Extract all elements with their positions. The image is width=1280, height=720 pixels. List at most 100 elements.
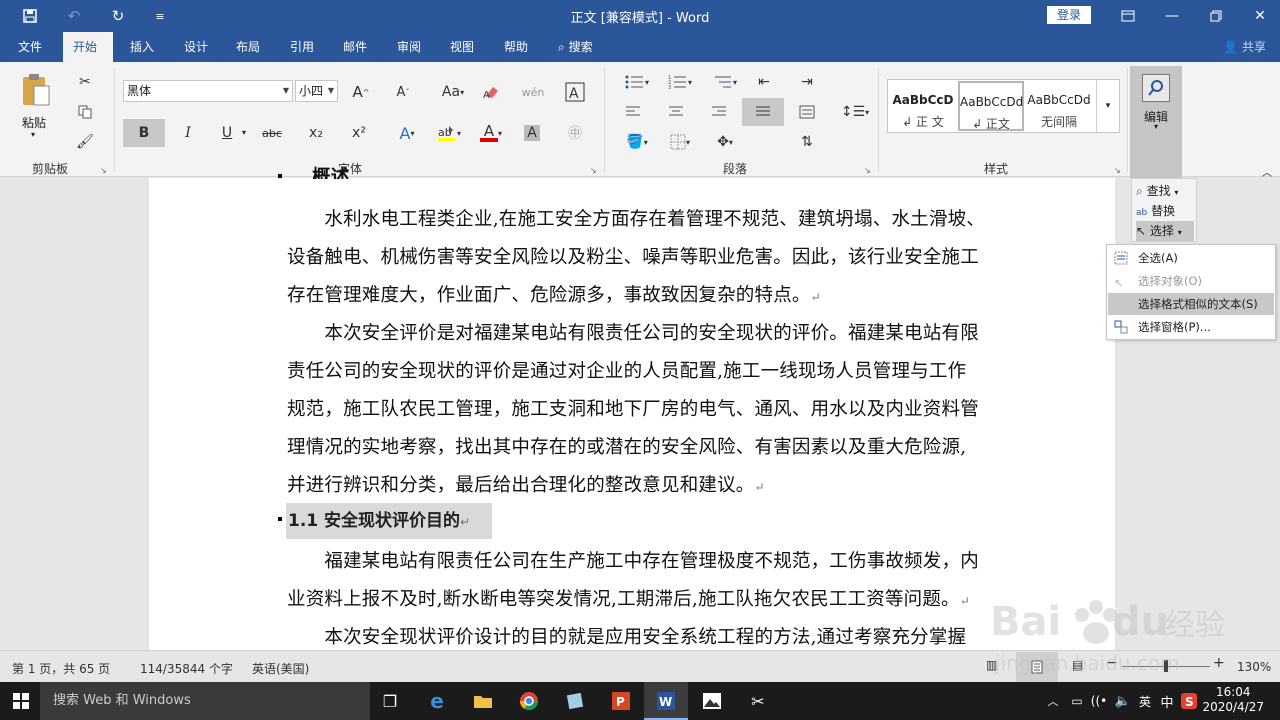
styles-launcher-icon[interactable]: ↘ xyxy=(1114,166,1121,175)
numbering-icon[interactable]: 1 2 3 ▾ xyxy=(663,70,697,94)
windows-start-icon[interactable] xyxy=(8,688,34,714)
menu-select-objects[interactable]: ↖ 选择对象(O) xyxy=(1108,270,1274,292)
snipping-tool-icon[interactable]: ✂ xyxy=(745,688,771,714)
subscript-button[interactable]: x₂ xyxy=(303,121,329,145)
justify-icon[interactable] xyxy=(742,98,784,126)
selected-heading[interactable]: 1.1 安全现状评价目的↵ xyxy=(286,503,492,539)
paste-icon[interactable] xyxy=(18,70,54,110)
character-border-icon[interactable]: A xyxy=(562,80,588,104)
system-clock[interactable]: 16:04 2020/4/27 xyxy=(1202,685,1264,715)
borders-icon[interactable]: ▾ xyxy=(663,130,697,154)
collapse-ribbon-icon[interactable]: ︿ xyxy=(1262,164,1272,179)
close-icon[interactable]: ✕ xyxy=(1238,0,1280,32)
page-count[interactable]: 第 1 页，共 65 页 xyxy=(12,660,110,677)
grow-font-icon[interactable]: A ^ xyxy=(348,80,374,104)
chrome-icon[interactable] xyxy=(516,688,542,714)
increase-indent-icon[interactable]: ⇥ xyxy=(794,70,820,94)
task-view-icon[interactable]: ❐ xyxy=(377,688,403,714)
cut-icon[interactable]: ✂ xyxy=(72,70,98,94)
tab-file[interactable]: 文件 xyxy=(8,32,52,62)
line-spacing-icon[interactable]: ↕☰ ▾ xyxy=(838,100,872,124)
find-button[interactable]: ⌕ 查找 ▾ xyxy=(1136,181,1194,201)
distributed-icon[interactable] xyxy=(794,100,820,124)
tab-mailings[interactable]: 邮件 xyxy=(333,32,377,62)
tab-insert[interactable]: 插入 xyxy=(120,32,164,62)
sogou-ime-icon[interactable]: S xyxy=(1176,688,1202,714)
style-item[interactable]: AaBbCcDd ↲ 正文 xyxy=(958,81,1024,131)
tab-design[interactable]: 设计 xyxy=(174,32,218,62)
paste-dropdown-icon[interactable]: ▾ xyxy=(31,130,35,139)
multilevel-list-icon[interactable]: ▾ xyxy=(708,70,742,94)
copy-icon[interactable] xyxy=(72,100,98,124)
styles-more-icon[interactable]: ▾ xyxy=(1096,80,1119,132)
photos-icon[interactable] xyxy=(699,688,725,714)
character-shading-button[interactable]: A xyxy=(519,121,545,145)
menu-select-all[interactable]: 全选(A) xyxy=(1108,247,1274,269)
chinese-layout-icon[interactable]: ✥ ▾ xyxy=(708,130,742,154)
word-count[interactable]: 114/35844 个字 xyxy=(140,660,233,677)
login-button[interactable]: 登录 xyxy=(1047,6,1091,24)
clear-formatting-icon[interactable]: A xyxy=(478,80,504,104)
shading-icon[interactable]: 🪣 ▾ xyxy=(620,130,654,154)
font-name-combo[interactable]: 黑体 ▼ xyxy=(123,80,293,102)
underline-button[interactable]: U xyxy=(214,121,240,145)
superscript-button[interactable]: x² xyxy=(346,121,372,145)
font-color-button[interactable]: A ▾ xyxy=(474,121,508,145)
menu-select-similar-formatting[interactable]: 选择格式相似的文本(S) xyxy=(1108,293,1274,315)
menu-selection-pane[interactable]: 选择窗格(P)... xyxy=(1108,316,1274,338)
tab-help[interactable]: 帮助 xyxy=(494,32,538,62)
format-painter-icon[interactable]: 🖌 xyxy=(72,130,98,154)
paste-button[interactable]: 粘贴 xyxy=(22,114,46,131)
zoom-level[interactable]: 130% xyxy=(1237,660,1271,674)
print-layout-icon[interactable] xyxy=(1016,652,1058,682)
zoom-slider-thumb[interactable] xyxy=(1164,660,1168,672)
minimize-icon[interactable]: — xyxy=(1150,0,1194,32)
share-button[interactable]: 👤 共享 xyxy=(1223,32,1266,62)
replace-button[interactable]: ab 替换 xyxy=(1136,201,1194,221)
highlight-color-icon[interactable]: ab ▾ xyxy=(432,121,466,145)
tab-view[interactable]: 视图 xyxy=(440,32,484,62)
file-explorer-icon[interactable] xyxy=(470,688,496,714)
restore-icon[interactable] xyxy=(1194,0,1238,32)
tell-me-search[interactable]: ⌕ 搜索 xyxy=(548,32,603,62)
web-layout-icon[interactable]: ▤ xyxy=(1072,658,1083,672)
tray-chevron-icon[interactable]: ︿ xyxy=(1040,688,1066,714)
italic-button[interactable]: I xyxy=(175,121,201,145)
style-item[interactable]: AaBbCcDd 无间隔 xyxy=(1026,81,1092,131)
tab-review[interactable]: 审阅 xyxy=(387,32,431,62)
language-indicator[interactable]: 英语(美国) xyxy=(252,660,309,677)
svg-text:P: P xyxy=(616,695,625,709)
editing-group[interactable]: 编辑 ▾ xyxy=(1130,66,1182,178)
word-icon[interactable]: W xyxy=(653,688,679,714)
align-center-icon[interactable] xyxy=(663,100,689,124)
decrease-indent-icon[interactable]: ⇤ xyxy=(751,70,777,94)
change-case-button[interactable]: Aa ▾ xyxy=(436,80,470,104)
notepad-icon[interactable] xyxy=(562,688,588,714)
underline-dropdown-icon[interactable]: ▾ xyxy=(242,128,246,137)
zoom-in-button[interactable]: + xyxy=(1213,655,1225,671)
select-button[interactable]: ↖ 选择 ▾ xyxy=(1136,221,1194,241)
font-size-combo[interactable]: 小四 ▼ xyxy=(295,80,338,102)
strikethrough-button[interactable]: abc xyxy=(259,121,285,145)
ribbon-display-options-icon[interactable] xyxy=(1106,0,1150,32)
shrink-font-icon[interactable]: Aˇ xyxy=(390,80,416,104)
bullets-icon[interactable]: ▾ xyxy=(620,70,654,94)
align-left-icon[interactable] xyxy=(620,100,646,124)
taskbar-search[interactable]: 搜索 Web 和 Windows xyxy=(40,682,370,720)
network-icon[interactable]: ((• xyxy=(1086,688,1112,714)
read-mode-icon[interactable]: ▥ xyxy=(986,658,997,672)
tab-home[interactable]: 开始 xyxy=(63,32,113,62)
tab-references[interactable]: 引用 xyxy=(280,32,324,62)
bold-button[interactable]: B xyxy=(123,119,165,147)
zoom-out-button[interactable]: − xyxy=(1106,655,1118,671)
style-item[interactable]: AaBbCcD ↲ 正 文 xyxy=(890,81,956,131)
phonetic-guide-icon[interactable]: wén xyxy=(520,80,546,104)
tab-layout[interactable]: 布局 xyxy=(226,32,270,62)
clipboard-launcher-icon[interactable]: ↘ xyxy=(100,166,107,175)
powerpoint-icon[interactable]: P xyxy=(608,688,634,714)
align-right-icon[interactable] xyxy=(706,100,732,124)
text-effects-button[interactable]: A ▾ xyxy=(394,121,420,145)
edge-icon[interactable]: e xyxy=(424,688,450,714)
sort-icon[interactable]: ⇅ xyxy=(794,130,820,154)
enclose-characters-icon[interactable]: ㊥ xyxy=(562,121,588,145)
